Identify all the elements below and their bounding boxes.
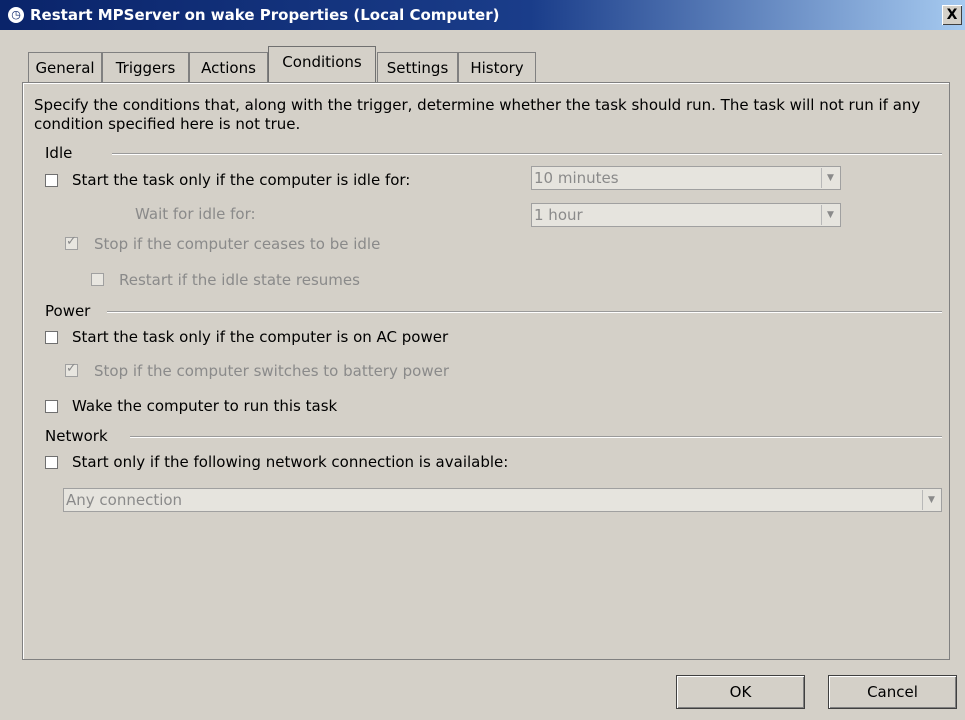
wait-duration-select[interactable]: 1 hour ▼ xyxy=(531,203,841,227)
wake-label: Wake the computer to run this task xyxy=(72,397,338,415)
tab-general[interactable]: General xyxy=(28,52,102,82)
tab-conditions[interactable]: Conditions xyxy=(268,46,376,82)
network-start-label: Start only if the following network conn… xyxy=(72,453,509,471)
power-group-divider xyxy=(107,311,942,313)
ok-button[interactable]: OK xyxy=(676,675,805,709)
chevron-down-icon[interactable]: ▼ xyxy=(821,168,839,188)
start-if-idle-checkbox[interactable] xyxy=(45,174,58,187)
start-if-idle-label: Start the task only if the computer is i… xyxy=(72,171,411,189)
idle-group-label: Idle xyxy=(45,144,73,162)
tab-settings[interactable]: Settings xyxy=(377,52,458,82)
conditions-description: Specify the conditions that, along with … xyxy=(34,96,921,133)
idle-duration-value: 10 minutes xyxy=(534,169,619,187)
network-connection-select[interactable]: Any connection ▼ xyxy=(63,488,942,512)
network-start-checkbox[interactable] xyxy=(45,456,58,469)
wait-duration-value: 1 hour xyxy=(534,206,583,224)
idle-duration-select[interactable]: 10 minutes ▼ xyxy=(531,166,841,190)
power-group-label: Power xyxy=(45,302,91,320)
tab-history[interactable]: History xyxy=(458,52,536,82)
ac-power-checkbox[interactable] xyxy=(45,331,58,344)
idle-group-divider xyxy=(112,153,942,155)
title-bar: ◷ Restart MPServer on wake Properties (L… xyxy=(0,0,965,30)
wait-idle-label: Wait for idle for: xyxy=(135,205,256,223)
tab-actions[interactable]: Actions xyxy=(189,52,268,82)
check-mark-icon: ✓ xyxy=(66,234,77,249)
stop-if-ceases-label: Stop if the computer ceases to be idle xyxy=(94,235,381,253)
battery-stop-label: Stop if the computer switches to battery… xyxy=(94,362,449,380)
stop-if-ceases-checkbox[interactable]: ✓ xyxy=(65,234,78,250)
close-button[interactable]: X xyxy=(942,5,962,25)
network-group-label: Network xyxy=(45,427,108,445)
battery-stop-checkbox[interactable]: ✓ xyxy=(65,361,78,377)
restart-if-resumes-checkbox[interactable] xyxy=(91,273,104,286)
check-mark-icon: ✓ xyxy=(66,361,77,376)
cancel-button[interactable]: Cancel xyxy=(828,675,957,709)
network-group-divider xyxy=(130,436,942,438)
wake-checkbox[interactable] xyxy=(45,400,58,413)
ac-power-label: Start the task only if the computer is o… xyxy=(72,328,449,346)
chevron-down-icon[interactable]: ▼ xyxy=(821,205,839,225)
restart-if-resumes-label: Restart if the idle state resumes xyxy=(119,271,360,289)
chevron-down-icon[interactable]: ▼ xyxy=(922,490,940,510)
clock-icon: ◷ xyxy=(8,7,24,23)
tab-triggers[interactable]: Triggers xyxy=(102,52,189,82)
window-title: Restart MPServer on wake Properties (Loc… xyxy=(30,6,500,24)
network-connection-value: Any connection xyxy=(66,491,183,509)
